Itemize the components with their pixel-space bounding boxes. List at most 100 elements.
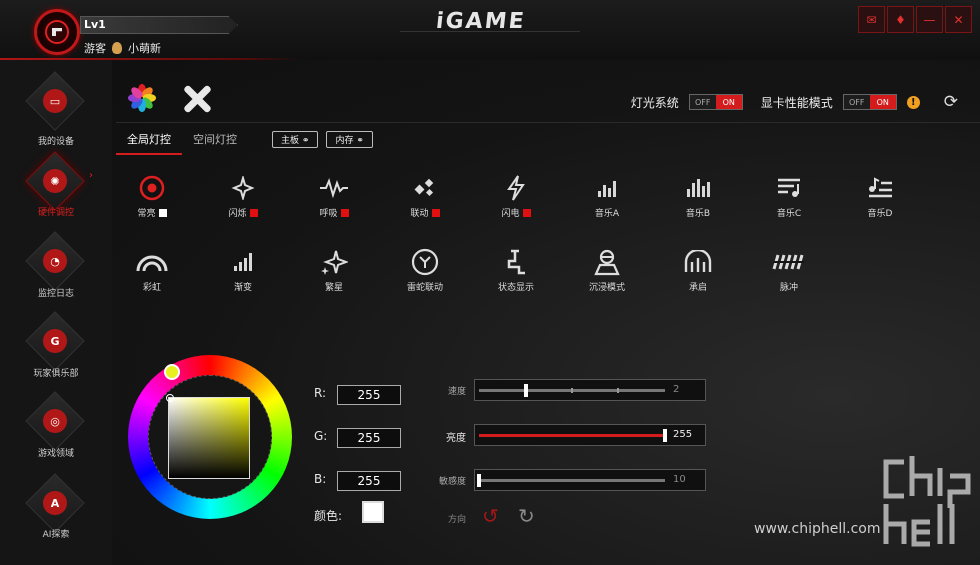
sidebar-item-monitor-log[interactable]: ◔ 监控日志 <box>0 230 112 310</box>
effect-label: 音乐C <box>749 206 829 219</box>
effect-stars[interactable]: 繁星 <box>294 244 374 293</box>
immersive-icon <box>567 244 647 280</box>
light-system-label: 灯光系统 <box>630 95 679 110</box>
tab-global-light[interactable]: 全局灯控 <box>116 128 182 155</box>
effect-label: 承启 <box>658 280 738 293</box>
effect-sparkle[interactable]: 闪烁 <box>203 170 283 219</box>
effect-color-swatch[interactable] <box>249 208 258 217</box>
chiphell-watermark-logo <box>883 456 971 547</box>
slider-thumb[interactable] <box>523 384 528 397</box>
refresh-icon[interactable]: ⟳ <box>944 92 958 112</box>
sparkle-icon <box>203 170 283 206</box>
effect-label-text: 音乐A <box>594 209 620 219</box>
brightness-slider[interactable]: 255 <box>474 424 706 446</box>
effect-label-text: 闪电 <box>501 209 520 219</box>
sidebar-item-my-devices[interactable]: ▭ 我的设备 <box>0 70 112 150</box>
rgb-flower-icon[interactable] <box>126 82 158 114</box>
speed-slider[interactable]: 2 <box>474 379 706 401</box>
effect-pulse-waves[interactable]: 脉冲 <box>749 244 829 293</box>
tab-space-light[interactable]: 空间灯控 <box>182 128 248 155</box>
saturation-value-square[interactable] <box>168 397 250 479</box>
sync-tools-icon[interactable] <box>180 82 214 116</box>
sidebar-item-hardware-control[interactable]: ✺ 硬件调控 <box>0 150 112 230</box>
user-role: 游客 <box>84 42 106 55</box>
color-swatch[interactable] <box>362 501 384 523</box>
sidebar-item-player-club[interactable]: G 玩家俱乐部 <box>0 310 112 390</box>
r-input[interactable]: 255 <box>337 385 401 405</box>
sidebar-item-ai-explore[interactable]: A AI探索 <box>0 472 112 552</box>
g-label: G: <box>314 429 328 443</box>
skin-icon[interactable]: ♦ <box>887 6 914 33</box>
sidebar-item-label: 游戏领域 <box>37 449 74 459</box>
rotate-cw-icon[interactable]: ↻ <box>518 504 535 528</box>
effect-label: 闪烁 <box>203 206 283 219</box>
device-tags: 主板 ⚭ 内存 ⚭ <box>272 131 373 148</box>
effect-label-text: 承启 <box>688 283 707 293</box>
effect-immersive[interactable]: 沉浸模式 <box>567 244 647 293</box>
sv-knob[interactable] <box>166 394 174 402</box>
effect-music-note-c[interactable]: 音乐C <box>749 170 829 219</box>
effect-music-note-d[interactable]: 音乐D <box>840 170 920 219</box>
link-icon: ⚭ <box>356 136 364 146</box>
effect-link[interactable]: 联动 <box>385 170 465 219</box>
light-system-toggle[interactable]: OFF ON <box>688 94 743 110</box>
hue-knob[interactable] <box>164 364 180 380</box>
slider-thumb[interactable] <box>477 474 481 487</box>
sidebar-item-label: 监控日志 <box>37 289 74 299</box>
toggle-on[interactable]: ON <box>869 95 896 109</box>
avatar[interactable] <box>34 9 80 55</box>
effect-target[interactable]: 常亮 <box>112 170 192 219</box>
toggle-off[interactable]: OFF <box>689 95 716 109</box>
window-controls: ✉ ♦ — ✕ <box>858 6 972 33</box>
tag-memory[interactable]: 内存 ⚭ <box>326 131 373 148</box>
effect-color-swatch[interactable] <box>340 208 349 217</box>
user-name[interactable]: 小萌新 <box>128 40 161 56</box>
effect-label-text: 闪烁 <box>228 209 247 219</box>
tab-bar: 全局灯控 空间灯控 <box>116 128 248 155</box>
tag-label: 主板 <box>281 136 300 146</box>
perf-mode-toggle[interactable]: OFF ON <box>842 94 897 110</box>
effect-razer[interactable]: 雷蛇联动 <box>385 244 465 293</box>
speed-value: 2 <box>673 384 680 395</box>
effect-music-bars-b[interactable]: 音乐B <box>658 170 738 219</box>
rotate-ccw-icon[interactable]: ↺ <box>482 504 499 528</box>
effect-music-bars[interactable]: 音乐A <box>567 170 647 219</box>
effect-status[interactable]: 状态显示 <box>476 244 556 293</box>
close-icon[interactable]: ✕ <box>945 6 972 33</box>
gauge-icon: ◔ <box>25 231 85 291</box>
slider-tick <box>617 388 619 393</box>
effect-color-swatch[interactable] <box>522 208 531 217</box>
effect-gradient-bars[interactable]: 渐变 <box>203 244 283 293</box>
effect-rainbow[interactable]: 彩虹 <box>112 244 192 293</box>
sidebar-item-game-zone[interactable]: ◎ 游戏领域 <box>0 390 112 470</box>
warning-icon[interactable]: ! <box>906 95 920 109</box>
effect-pulse[interactable]: 呼吸 <box>294 170 374 219</box>
pulse-icon <box>294 170 374 206</box>
brand-logo: iGAME <box>434 9 527 34</box>
effect-arch[interactable]: 承启 <box>658 244 738 293</box>
status-icon <box>476 244 556 280</box>
effect-label: 联动 <box>385 206 465 219</box>
link-icon <box>385 170 465 206</box>
light-mode-selector <box>126 82 214 116</box>
effect-color-swatch[interactable] <box>431 208 440 217</box>
effect-color-swatch[interactable] <box>158 208 167 217</box>
tag-motherboard[interactable]: 主板 ⚭ <box>272 131 319 148</box>
minimize-icon[interactable]: — <box>916 6 943 33</box>
toggle-on[interactable]: ON <box>715 95 742 109</box>
sensitivity-slider[interactable]: 10 <box>474 469 706 491</box>
effect-label: 渐变 <box>203 280 283 293</box>
effect-lightning[interactable]: 闪电 <box>476 170 556 219</box>
pulse-waves-icon <box>749 244 829 280</box>
effect-label: 沉浸模式 <box>567 280 647 293</box>
gift-icon[interactable]: ✉ <box>858 6 885 33</box>
effect-label: 脉冲 <box>749 280 829 293</box>
b-input[interactable]: 255 <box>337 471 401 491</box>
effect-label-text: 沉浸模式 <box>588 283 625 293</box>
gamepad-icon: ◎ <box>25 391 85 451</box>
toggle-off[interactable]: OFF <box>843 95 870 109</box>
slider-thumb[interactable] <box>663 429 667 442</box>
g-input[interactable]: 255 <box>337 428 401 448</box>
monitor-icon: ▭ <box>25 71 85 131</box>
slider-track <box>479 479 665 482</box>
